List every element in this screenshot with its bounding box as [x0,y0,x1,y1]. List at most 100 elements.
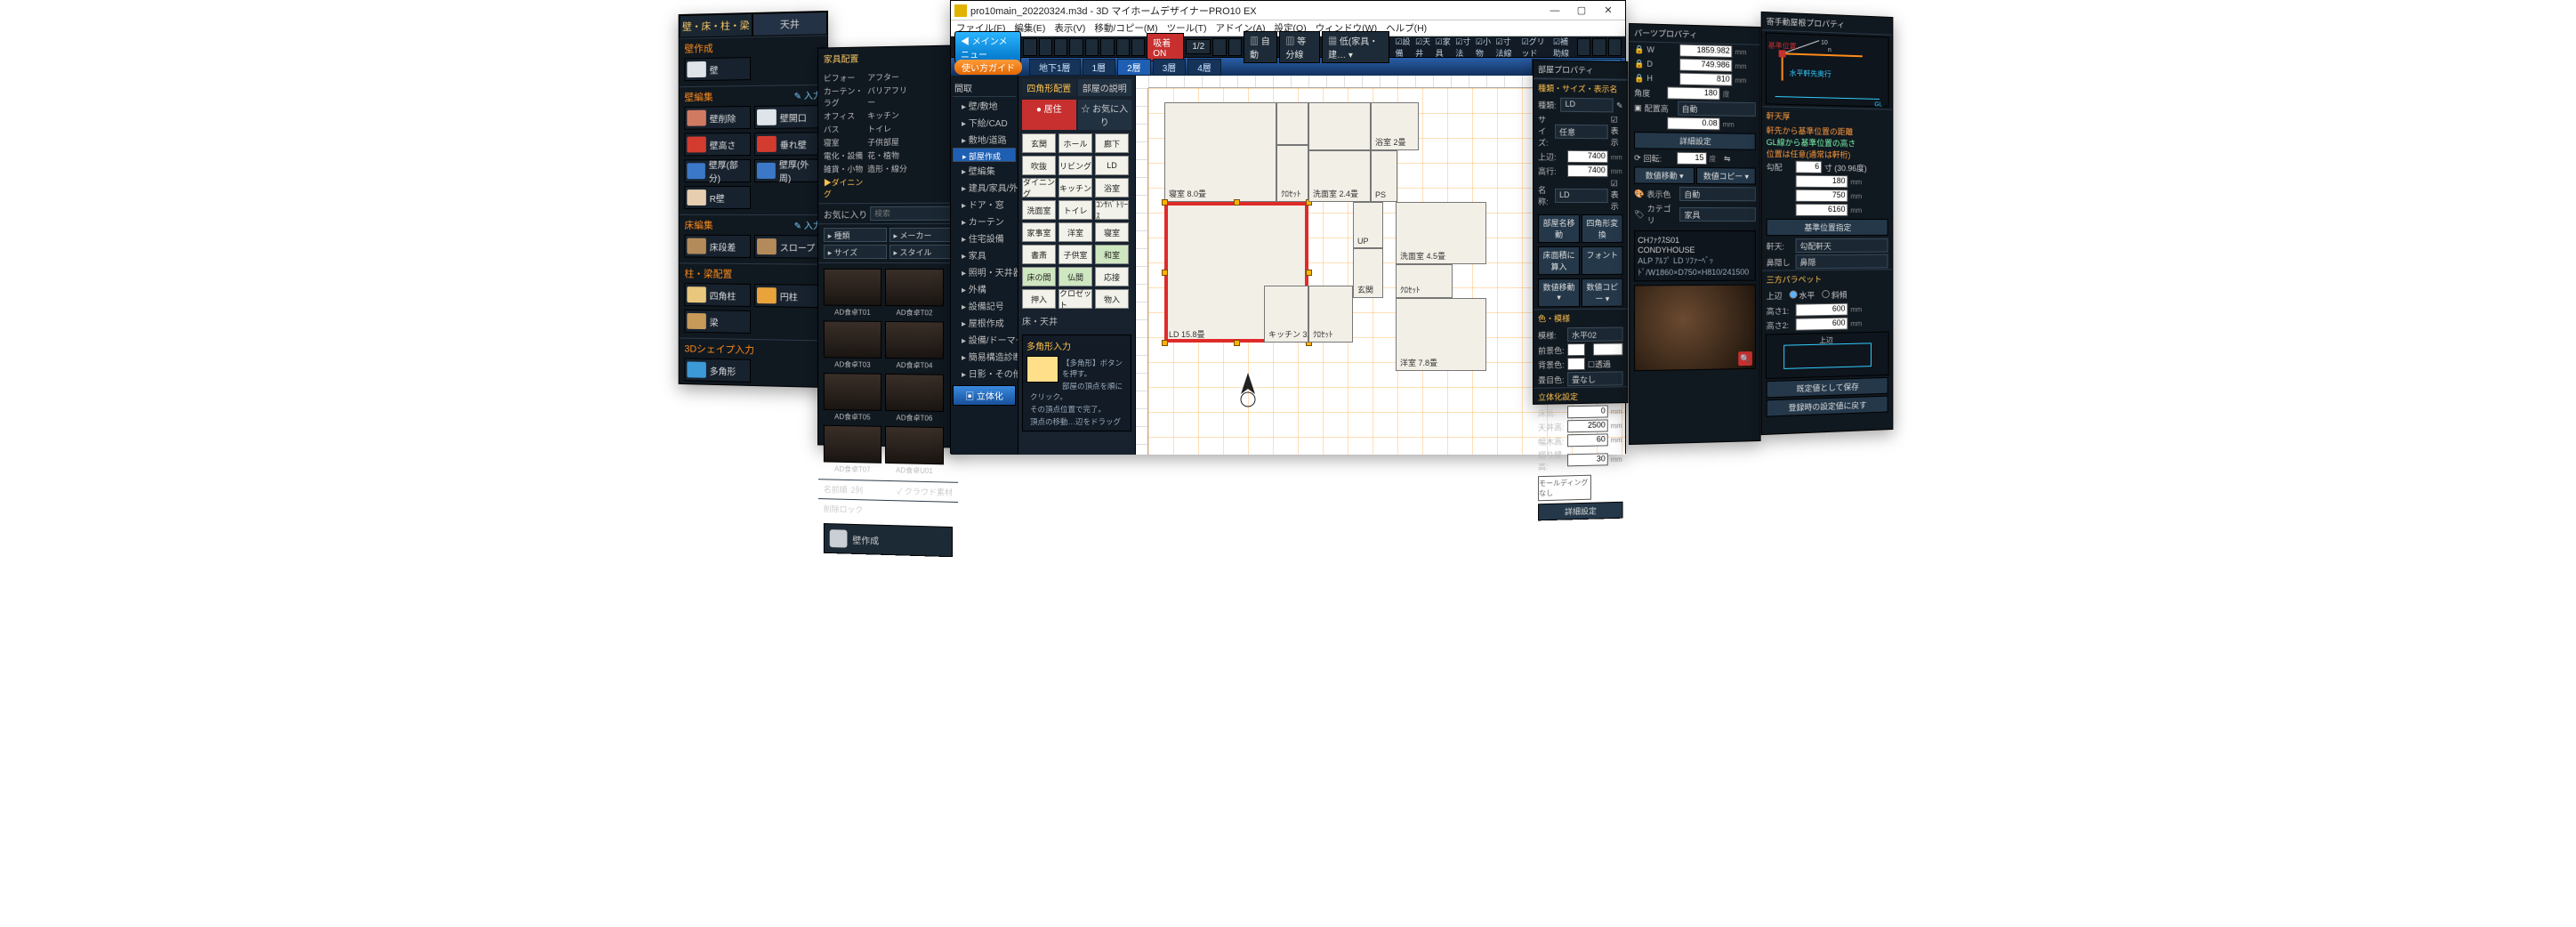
plan-room[interactable]: 洗面室 2.4畳 [1308,150,1371,202]
dispcolor-select[interactable]: 自動 [1679,187,1755,201]
tree-tab-floorplan[interactable]: 間取 [953,79,1016,97]
chip-壁高さ[interactable]: 壁高さ [684,133,751,156]
tool-copy-icon[interactable] [1100,38,1114,56]
resize-handle[interactable] [1162,199,1168,206]
plan-room[interactable]: 玄関 [1353,248,1383,298]
rotate-icon[interactable]: ⟳ [1634,153,1641,163]
btn-rect-convert[interactable]: 四角形変換 [1582,214,1623,243]
chip-四角柱[interactable]: 四角柱 [684,283,751,307]
node-家具[interactable]: ▸ 家具 [953,246,1016,263]
pd-field[interactable]: 749.986 [1679,59,1732,72]
maximize-button[interactable]: ▢ [1568,2,1595,20]
chip-スロープ[interactable]: スロープ [754,235,822,259]
tool-dim-icon[interactable] [1228,38,1242,56]
kind-select[interactable]: LD [1561,98,1614,113]
room-応接[interactable]: 応接 [1095,267,1129,286]
opt-天井[interactable]: ☑天井 [1415,36,1432,59]
save-default-button[interactable]: 既定値として保存 [1767,377,1888,398]
chip-壁削除[interactable]: 壁削除 [684,106,751,130]
cat-子供部屋[interactable]: 子供部屋 [867,136,910,148]
ch-field[interactable]: 2500 [1567,419,1608,432]
plan-room[interactable]: 寝室 8.0畳 [1164,102,1276,202]
btn-num-move[interactable]: 数値移動 ▾ [1538,278,1580,307]
node-日影・その他診断[interactable]: ▸ 日影・その他診断 [953,365,1016,382]
menu-表示(V)[interactable]: 表示(V) [1054,21,1085,35]
chip-垂れ壁[interactable]: 垂れ壁 [754,132,822,156]
thumb-AD食卓T03[interactable]: AD食卓T03 [824,320,881,369]
chip-壁厚(部分)[interactable]: 壁厚(部分) [684,159,751,182]
opt-寸法[interactable]: ☑寸法 [1455,36,1472,59]
opt-設備[interactable]: ☑設備 [1395,36,1412,59]
sort-label[interactable]: 名前順 [824,483,848,496]
resize-handle[interactable] [1306,270,1312,276]
plan-room[interactable] [1308,102,1371,150]
pitch-field[interactable]: 6 [1796,161,1823,173]
opt-小物[interactable]: ☑小物 [1476,36,1493,59]
plan-room[interactable]: ｸﾛｾｯﾄ [1396,264,1453,298]
cat-花・植物[interactable]: 花・植物 [867,149,910,161]
node-下絵/CAD[interactable]: ▸ 下絵/CAD [953,114,1016,131]
filter-maker[interactable]: ▸ メーカー [889,228,953,242]
chip-壁開口[interactable]: 壁開口 [754,105,822,129]
cat-トイレ[interactable]: トイレ [867,123,910,135]
cat-select[interactable]: 家具 [1680,207,1756,222]
chip-梁[interactable]: 梁 [684,310,751,334]
filter-style[interactable]: ▸ スタイル [889,245,953,259]
molding-button[interactable]: モールディング なし [1538,475,1591,502]
room-浴室[interactable]: 浴室 [1095,178,1129,197]
tab-wall-floor[interactable]: 壁・床・柱・梁 [680,13,753,38]
room-洗面室[interactable]: 洗面室 [1022,200,1056,220]
cols-label[interactable]: 2列 [850,484,863,496]
room-子供室[interactable]: 子供室 [1059,245,1092,264]
thumb-AD食卓T06[interactable]: AD食卓T06 [885,374,944,423]
room-キッチン[interactable]: キッチン [1059,178,1092,197]
tool-zoomin-icon[interactable] [1592,38,1606,56]
tool-zoomfit-icon[interactable] [1577,38,1590,56]
eave-select[interactable]: 勾配軒天 [1796,238,1888,253]
thumb-AD食卓T07[interactable]: AD食卓T07 [824,425,881,475]
create-wall-button[interactable]: 壁作成 [824,523,953,557]
room-家事室[interactable]: 家事室 [1022,222,1056,242]
floor-2層[interactable]: 2層 [1117,59,1151,76]
h1-field[interactable]: 600 [1796,303,1848,317]
w-field[interactable]: 7400 [1567,150,1608,163]
ang-field[interactable]: 180 [1667,86,1719,100]
cat-造形・線分[interactable]: 造形・線分 [867,163,910,174]
tab-rect-room[interactable]: 四角形配置 [1022,79,1076,96]
h2-field[interactable]: 600 [1796,318,1848,331]
magnify-icon[interactable]: 🔍 [1738,351,1752,366]
close-button[interactable]: ✕ [1595,2,1622,20]
guide-button[interactable]: 使い方ガイド [954,60,1022,75]
size-select[interactable]: 任意 [1555,124,1608,139]
plan-room[interactable]: PS [1371,150,1397,202]
thumb-AD食卓T02[interactable]: AD食卓T02 [885,269,944,318]
node-設備/ドーマー[interactable]: ▸ 設備/ドーマー [953,331,1016,348]
minimize-button[interactable]: — [1542,2,1568,20]
lock-icon[interactable]: 🔒 [1634,73,1644,83]
tool-select-icon[interactable] [1039,38,1052,56]
floor-1層[interactable]: 1層 [1083,59,1116,76]
tool-cut-icon[interactable] [1085,38,1099,56]
rr-field[interactable]: 30 [1567,453,1608,466]
plan-room[interactable]: ｸﾛｾｯﾄ [1308,286,1353,343]
place-h-field[interactable]: 0.08 [1667,117,1719,131]
detail-button[interactable]: 詳細設定 [1538,502,1622,521]
pattern-select[interactable]: 水平02 [1567,327,1622,343]
eqline-button[interactable]: ▥ 等分線 [1279,31,1320,63]
tool-redo-icon[interactable] [1069,38,1083,56]
disp-check[interactable]: ☑表示 [1611,115,1623,148]
btn-font[interactable]: フォント [1582,246,1623,275]
node-外構[interactable]: ▸ 外構 [953,280,1016,297]
room-洋室[interactable]: 洋室 [1059,222,1092,242]
room-仏間[interactable]: 仏間 [1059,267,1092,286]
thumb-AD食卓T04[interactable]: AD食卓T04 [885,321,944,371]
node-建具/家具/外構[interactable]: ▸ 建具/家具/外構 [953,179,1016,196]
chip-壁[interactable]: 壁 [684,57,751,81]
h-field[interactable]: 7400 [1567,165,1608,177]
room-玄関[interactable]: 玄関 [1022,133,1056,153]
room-押入[interactable]: 押入 [1022,289,1056,309]
node-壁/敷地[interactable]: ▸ 壁/敷地 [953,97,1016,114]
btn-floor-area[interactable]: 床面積に算入 [1538,246,1580,275]
tatami-select[interactable]: 畳なし [1567,371,1622,386]
revert-button[interactable]: 登録時の設定値に戻す [1767,396,1888,417]
